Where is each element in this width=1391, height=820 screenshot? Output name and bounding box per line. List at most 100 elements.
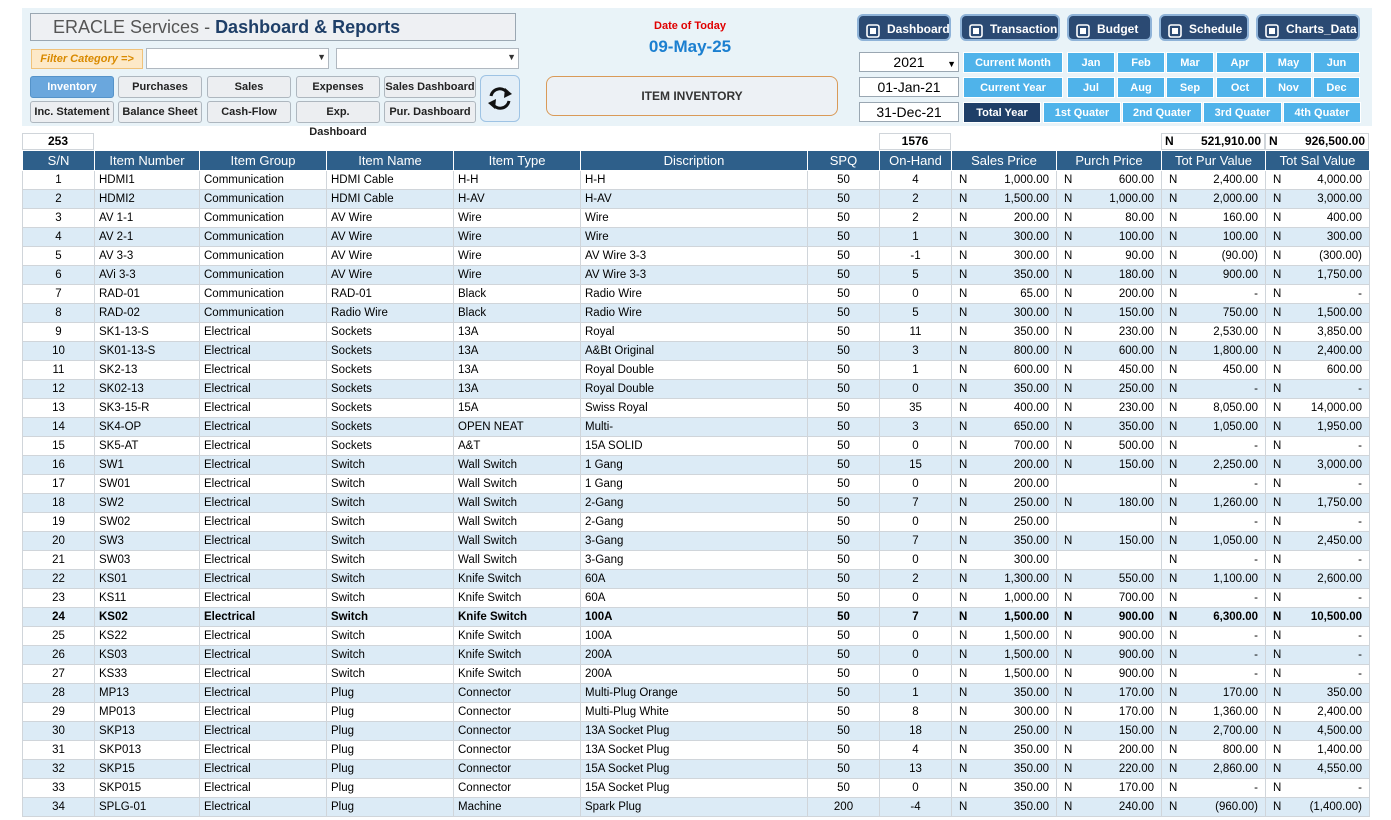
table-row[interactable]: 19 SW02 Electrical Switch Wall Switch 2-Gang 5… [22,512,1370,532]
table-row[interactable]: 28 MP13 Electrical Plug Connector Multi-Plug … [22,683,1370,703]
period-button-jul[interactable]: Jul [1067,77,1115,98]
currency-symbol: N [1064,364,1073,376]
column-header-tot-pur-value[interactable]: Tot Pur Value [1161,150,1266,171]
period-button-dec[interactable]: Dec [1313,77,1360,98]
top-button-schedule[interactable]: Schedule [1159,14,1249,41]
nav-button-cash-flow[interactable]: Cash-Flow [207,101,291,123]
tot-pur-value-cell: N- [1161,550,1266,570]
table-row[interactable]: 25 KS22 Electrical Switch Knife Switch 100A 50… [22,626,1370,646]
table-row[interactable]: 23 KS11 Electrical Switch Knife Switch 60A 50 0… [22,588,1370,608]
column-header-item-type[interactable]: Item Type [453,150,581,171]
column-header-tot-sal-value[interactable]: Tot Sal Value [1265,150,1370,171]
table-row[interactable]: 24 KS02 Electrical Switch Knife Switch 100A 50… [22,607,1370,627]
table-row[interactable]: 26 KS03 Electrical Switch Knife Switch 200A 50… [22,645,1370,665]
amount: 350.00 [1013,269,1049,281]
column-header-item-name[interactable]: Item Name [326,150,454,171]
table-row[interactable]: 2 HDMI2 Communication HDMI Cable H-AV H-AV 50 2… [22,189,1370,209]
period-button-1st-quater[interactable]: 1st Quater [1043,102,1121,123]
nav-button-inc-statement[interactable]: Inc. Statement [30,101,114,123]
table-row[interactable]: 30 SKP13 Electrical Plug Connector 13A Socket… [22,721,1370,741]
table-row[interactable]: 17 SW01 Electrical Switch Wall Switch 1 Gang 5… [22,474,1370,494]
period-button-total-year[interactable]: Total Year [963,102,1041,123]
table-row[interactable]: 5 AV 3-3 Communication AV Wire Wire AV Wire 3… [22,246,1370,266]
period-button-4th-quater[interactable]: 4th Quater [1283,102,1361,123]
item-inventory-button[interactable]: ITEM INVENTORY [546,76,838,116]
period-button-jan[interactable]: Jan [1067,52,1115,73]
nav-button-inventory[interactable]: Inventory [30,76,114,98]
period-button-mar[interactable]: Mar [1166,52,1214,73]
column-header-on-hand[interactable]: On-Hand [879,150,952,171]
top-button-charts-data[interactable]: Charts_Data [1256,14,1360,41]
table-row[interactable]: 15 SK5-AT Electrical Sockets A&T 15A SOLID 50 0… [22,436,1370,456]
end-date-field[interactable]: 31-Dec-21 [859,102,959,122]
top-button-transaction[interactable]: Transaction [960,14,1060,41]
nav-button-pur-dashboard[interactable]: Pur. Dashboard [384,101,476,123]
column-header-purch-price[interactable]: Purch Price [1056,150,1162,171]
table-row[interactable]: 27 KS33 Electrical Switch Knife Switch 200A 50… [22,664,1370,684]
table-row[interactable]: 31 SKP013 Electrical Plug Connector 13A Socke… [22,740,1370,760]
table-row[interactable]: 18 SW2 Electrical Switch Wall Switch 2-Gang 50… [22,493,1370,513]
column-header-item-group[interactable]: Item Group [199,150,327,171]
currency-symbol: N [959,212,968,224]
nav-button-sales-dashboard[interactable]: Sales Dashboard [384,76,476,98]
table-row[interactable]: 11 SK2-13 Electrical Sockets 13A Royal Double… [22,360,1370,380]
tot-sal-value-cell: N- [1265,474,1370,494]
period-button-apr[interactable]: Apr [1216,52,1264,73]
table-row[interactable]: 21 SW03 Electrical Switch Wall Switch 3-Gang 5… [22,550,1370,570]
period-button-2nd-quater[interactable]: 2nd Quater [1122,102,1202,123]
table-row[interactable]: 4 AV 2-1 Communication AV Wire Wire Wire 50 1 N 3… [22,227,1370,247]
table-row[interactable]: 13 SK3-15-R Electrical Sockets 15A Swiss Roya… [22,398,1370,418]
column-header-s-n[interactable]: S/N [22,150,95,171]
period-button-feb[interactable]: Feb [1117,52,1165,73]
purch-price-cell: N 1,000.00 [1056,189,1162,209]
table-row[interactable]: 16 SW1 Electrical Switch Wall Switch 1 Gang 50… [22,455,1370,475]
table-row[interactable]: 32 SKP15 Electrical Plug Connector 15A Socket… [22,759,1370,779]
start-date-field[interactable]: 01-Jan-21 [859,77,959,97]
column-header-item-number[interactable]: Item Number [94,150,200,171]
nav-button-expenses[interactable]: Expenses [296,76,380,98]
amount: 350.00 [1013,383,1049,395]
year-select[interactable]: 2021 ▼ [859,52,959,72]
purch-price-cell: N 900.00 [1056,626,1162,646]
period-button-jun[interactable]: Jun [1313,52,1360,73]
nav-button-sales[interactable]: Sales [207,76,291,98]
amount: 230.00 [1118,402,1154,414]
table-row[interactable]: 7 RAD-01 Communication RAD-01 Black Radio Wir… [22,284,1370,304]
table-row[interactable]: 29 MP013 Electrical Plug Connector Multi-Plug… [22,702,1370,722]
period-button-3rd-quater[interactable]: 3rd Quater [1203,102,1282,123]
period-button-sep[interactable]: Sep [1166,77,1214,98]
nav-button-exp-dashboard[interactable]: Exp. Dashboard [296,101,380,138]
nav-button-balance-sheet[interactable]: Balance Sheet [118,101,202,123]
table-row[interactable]: 6 AVi 3-3 Communication AV Wire Wire AV Wire … [22,265,1370,285]
period-button-nov[interactable]: Nov [1265,77,1312,98]
table-row[interactable]: 1 HDMI1 Communication HDMI Cable H-H H-H 50 4 N 1… [22,170,1370,190]
amount: 1,000.00 [1109,193,1154,205]
period-button-may[interactable]: May [1265,52,1312,73]
period-button-current-month[interactable]: Current Month [963,52,1063,73]
table-row[interactable]: 33 SKP015 Electrical Plug Connector 15A Socke… [22,778,1370,798]
table-row[interactable]: 14 SK4-OP Electrical Sockets OPEN NEAT Multi-… [22,417,1370,437]
table-row[interactable]: 34 SPLG-01 Electrical Plug Machine Spark Plug… [22,797,1370,817]
table-row[interactable]: 8 RAD-02 Communication Radio Wire Black Radio… [22,303,1370,323]
nav-button-purchases[interactable]: Purchases [118,76,202,98]
amount: 3,850.00 [1317,326,1362,338]
column-header-discription[interactable]: Discription [580,150,808,171]
top-button-dashboard[interactable]: Dashboard [857,14,951,41]
column-header-spq[interactable]: SPQ [807,150,880,171]
table-row[interactable]: 12 SK02-13 Electrical Sockets 13A Royal Doubl… [22,379,1370,399]
refresh-button[interactable] [480,75,520,122]
period-button-oct[interactable]: Oct [1216,77,1264,98]
period-button-aug[interactable]: Aug [1117,77,1165,98]
table-row[interactable]: 20 SW3 Electrical Switch Wall Switch 3-Gang 50… [22,531,1370,551]
table-row[interactable]: 10 SK01-13-S Electrical Sockets 13A A&Bt Orig… [22,341,1370,361]
column-header-sales-price[interactable]: Sales Price [951,150,1057,171]
item-type-cell: Wall Switch [453,512,581,532]
table-row[interactable]: 9 SK1-13-S Electrical Sockets 13A Royal 50 11 N 3… [22,322,1370,342]
currency-symbol: N [1169,573,1178,585]
filter-category-select[interactable]: ▼ [146,48,329,69]
period-button-current-year[interactable]: Current Year [963,77,1063,98]
table-row[interactable]: 22 KS01 Electrical Switch Knife Switch 60A 50 2… [22,569,1370,589]
filter-value-select[interactable]: ▼ [336,48,519,69]
table-row[interactable]: 3 AV 1-1 Communication AV Wire Wire Wire 50 2 N 2… [22,208,1370,228]
top-button-budget[interactable]: Budget [1067,14,1152,41]
